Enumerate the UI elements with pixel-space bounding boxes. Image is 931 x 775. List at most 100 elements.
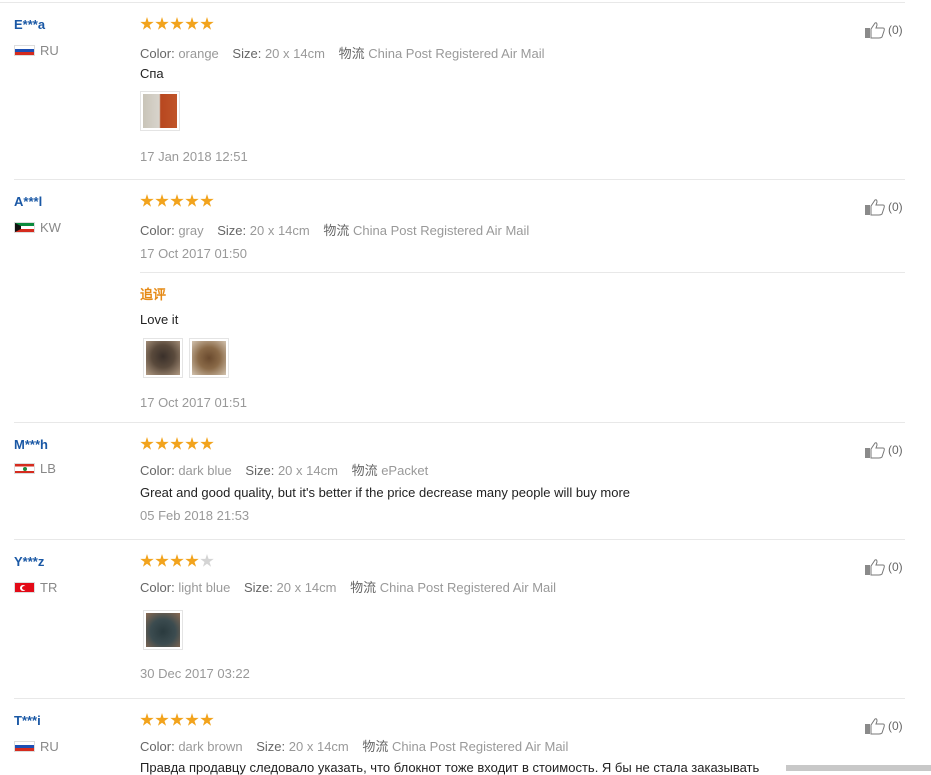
- like-button[interactable]: (0): [864, 558, 903, 576]
- flag-ru-icon: [14, 45, 35, 56]
- horizontal-scrollbar[interactable]: [786, 765, 931, 771]
- star-icon: [140, 713, 154, 726]
- star-icon: [140, 437, 154, 450]
- attr-shipping: China Post Registered Air Mail: [368, 46, 545, 61]
- like-count: (0): [888, 200, 903, 214]
- review-photo-thumbnail[interactable]: [143, 338, 183, 378]
- review-divider: [14, 698, 905, 699]
- review-date: 05 Feb 2018 21:53: [140, 508, 250, 523]
- review-divider: [14, 422, 905, 423]
- review-text: Правда продавцу следовало указать, что б…: [140, 760, 760, 775]
- review-date: 17 Jan 2018 12:51: [140, 149, 248, 164]
- review-text: Спа: [140, 66, 164, 81]
- reviewer-name[interactable]: M***h: [14, 437, 48, 452]
- attr-shipping: China Post Registered Air Mail: [353, 223, 530, 238]
- review-date: 30 Dec 2017 03:22: [140, 666, 250, 681]
- review-attributes: Color: dark blue Size: 20 x 14cm 物流 ePac…: [140, 463, 429, 478]
- star-icon: [185, 713, 199, 726]
- star-icon: [200, 17, 214, 30]
- like-count: (0): [888, 719, 903, 733]
- thumbs-up-icon: [865, 559, 885, 576]
- thumbs-up-icon: [865, 718, 885, 735]
- star-icon: [155, 554, 169, 567]
- country-code: RU: [40, 43, 59, 58]
- star-icon: [155, 713, 169, 726]
- reviewer-name[interactable]: A***l: [14, 194, 42, 209]
- like-button[interactable]: (0): [864, 717, 903, 735]
- review-text: Great and good quality, but it's better …: [140, 485, 631, 500]
- reviewer-country: RU: [14, 43, 59, 58]
- star-rating: [140, 17, 215, 31]
- flag-tr-icon: [14, 582, 35, 593]
- attr-color: gray: [178, 223, 204, 238]
- review-photo: [143, 94, 177, 128]
- like-button[interactable]: (0): [864, 198, 903, 216]
- star-rating: [140, 713, 215, 727]
- star-rating: [140, 194, 215, 208]
- attr-color: dark blue: [178, 463, 232, 478]
- country-code: RU: [40, 739, 59, 754]
- followup-divider: [140, 272, 905, 273]
- followup-date: 17 Oct 2017 01:51: [140, 395, 247, 410]
- reviewer-country: TR: [14, 580, 57, 595]
- star-icon: [185, 17, 199, 30]
- review-photo: [192, 341, 226, 375]
- like-count: (0): [888, 23, 903, 37]
- star-icon: [170, 437, 184, 450]
- review-photo-thumbnail[interactable]: [143, 610, 183, 650]
- star-icon: [155, 437, 169, 450]
- star-icon: [170, 17, 184, 30]
- star-icon: [185, 437, 199, 450]
- review-photo: [146, 341, 180, 375]
- star-icon: [185, 194, 199, 207]
- top-divider: [0, 2, 905, 3]
- country-code: TR: [40, 580, 58, 595]
- reviewer-name[interactable]: E***a: [14, 17, 45, 32]
- star-icon: [170, 194, 184, 207]
- like-button[interactable]: (0): [864, 21, 903, 39]
- review-attributes: Color: dark brown Size: 20 x 14cm 物流 Chi…: [140, 739, 569, 754]
- star-icon: [155, 194, 169, 207]
- attr-shipping: ePacket: [381, 463, 429, 478]
- star-icon: [170, 713, 184, 726]
- followup-title: 追评: [140, 287, 167, 302]
- attr-color: light blue: [178, 580, 231, 595]
- thumbs-up-icon: [865, 22, 885, 39]
- flag-kw-icon: [14, 222, 35, 233]
- attr-size: 20 x 14cm: [249, 223, 310, 238]
- attr-color: orange: [178, 46, 219, 61]
- attr-size: 20 x 14cm: [276, 580, 337, 595]
- attr-size: 20 x 14cm: [288, 739, 349, 754]
- attr-size: 20 x 14cm: [264, 46, 325, 61]
- attr-size: 20 x 14cm: [277, 463, 338, 478]
- reviewer-name[interactable]: Y***z: [14, 554, 44, 569]
- review-attributes: Color: orange Size: 20 x 14cm 物流 China P…: [140, 46, 545, 61]
- review-photo: [146, 613, 180, 647]
- star-icon: [155, 17, 169, 30]
- star-icon: [200, 713, 214, 726]
- reviewer-country: LB: [14, 461, 56, 476]
- attr-shipping: China Post Registered Air Mail: [392, 739, 569, 754]
- like-count: (0): [888, 443, 903, 457]
- country-code: LB: [40, 461, 56, 476]
- review-attributes: Color: light blue Size: 20 x 14cm 物流 Chi…: [140, 580, 557, 595]
- attr-color: dark brown: [178, 739, 243, 754]
- flag-lb-icon: [14, 463, 35, 474]
- reviewer-country: KW: [14, 220, 61, 235]
- thumbs-up-icon: [865, 199, 885, 216]
- attr-shipping: China Post Registered Air Mail: [379, 580, 557, 595]
- star-rating: [140, 554, 215, 568]
- review-photo-thumbnail[interactable]: [140, 91, 180, 131]
- star-icon: [200, 554, 214, 567]
- star-icon: [170, 554, 184, 567]
- star-icon: [140, 194, 154, 207]
- star-icon: [185, 554, 199, 567]
- reviewer-country: RU: [14, 739, 59, 754]
- reviewer-name[interactable]: T***i: [14, 713, 41, 728]
- star-icon: [140, 17, 154, 30]
- review-photo-thumbnail[interactable]: [189, 338, 229, 378]
- star-icon: [200, 194, 214, 207]
- country-code: KW: [40, 220, 61, 235]
- like-count: (0): [888, 560, 903, 574]
- like-button[interactable]: (0): [864, 441, 903, 459]
